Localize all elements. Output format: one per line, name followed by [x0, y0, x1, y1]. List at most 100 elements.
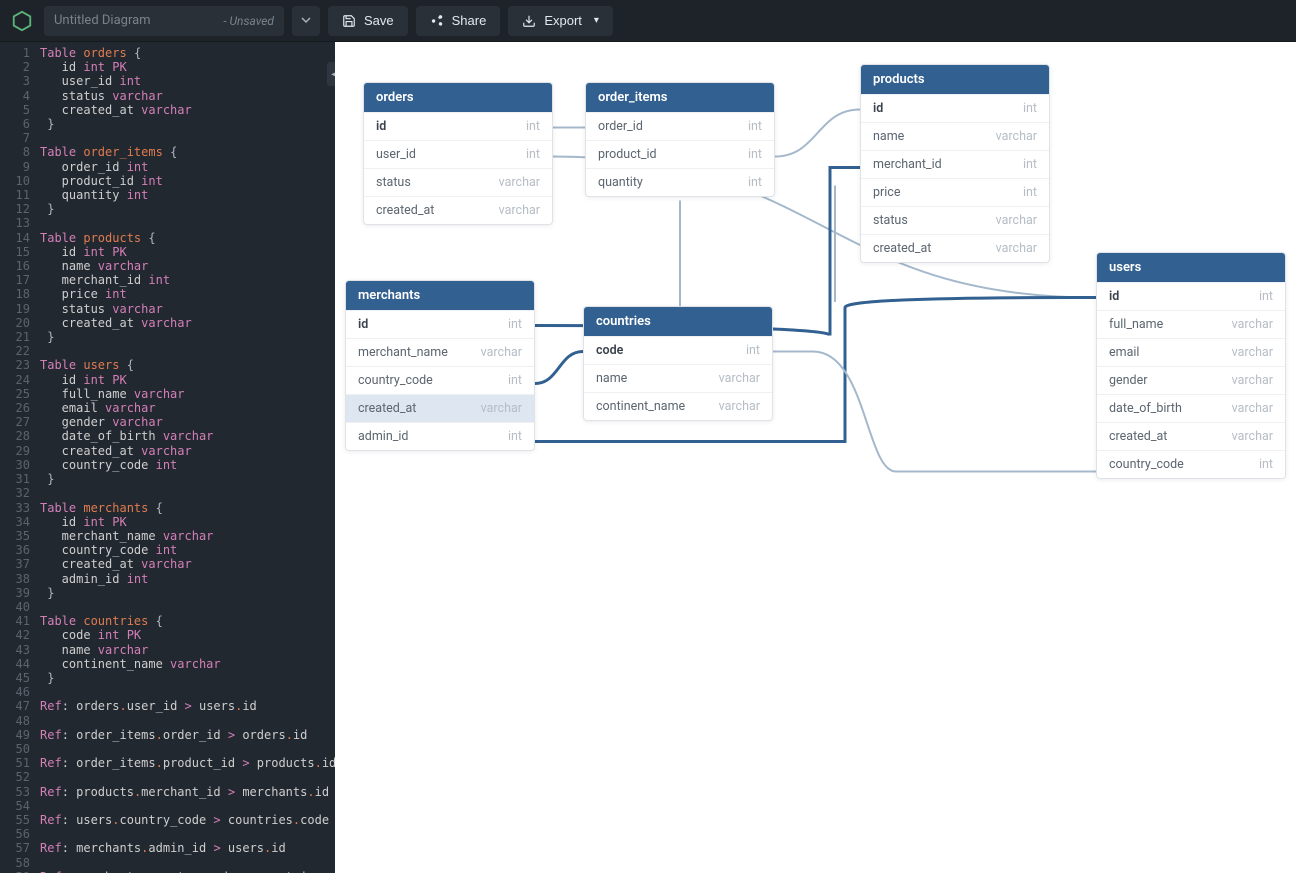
table-users[interactable]: usersidintfull_namevarcharemailvarcharge… [1096, 252, 1286, 479]
diagram-canvas[interactable]: ordersidintuser_idintstatusvarcharcreate… [335, 42, 1296, 873]
field-name: gender [1109, 373, 1147, 388]
field-name: code [596, 343, 623, 358]
table-orders[interactable]: ordersidintuser_idintstatusvarcharcreate… [363, 82, 553, 225]
table-header[interactable]: merchants [346, 281, 534, 310]
line-numbers: 1234567891011121314151617181920212223242… [0, 42, 40, 873]
field-type: varchar [1232, 317, 1273, 332]
field-type: int [748, 147, 762, 162]
table-row[interactable]: namevarchar [584, 364, 772, 392]
field-name: quantity [598, 175, 643, 190]
table-merchants[interactable]: merchantsidintmerchant_namevarcharcountr… [345, 280, 535, 451]
field-type: int [748, 175, 762, 190]
field-name: user_id [376, 147, 416, 162]
table-row[interactable]: merchant_name varchar [346, 338, 534, 366]
save-icon [342, 14, 356, 28]
code-editor[interactable]: Table orders { id int PK user_id int sta… [40, 42, 335, 873]
table-header[interactable]: countries [584, 307, 772, 336]
table-row[interactable]: order_id int [586, 112, 774, 140]
table-header[interactable]: users [1097, 253, 1285, 282]
table-row[interactable]: created_at varchar [1097, 422, 1285, 450]
field-type: int [1023, 157, 1037, 172]
table-order_items[interactable]: order_itemsorder_idintproduct_idintquant… [585, 82, 775, 197]
table-row[interactable]: product_id int [586, 140, 774, 168]
table-row[interactable]: codeint [584, 336, 772, 364]
field-name: order_id [598, 119, 643, 134]
table-row[interactable]: date_of_birthvarchar [1097, 394, 1285, 422]
table-row[interactable]: gender varchar [1097, 366, 1285, 394]
table-row[interactable]: continent_name varchar [584, 392, 772, 420]
collapse-handle[interactable]: ◀ [327, 62, 335, 86]
table-row[interactable]: idint [1097, 282, 1285, 310]
table-header[interactable]: products [861, 65, 1049, 94]
table-row[interactable]: idint [861, 94, 1049, 122]
chevron-left-icon: ◀ [331, 69, 335, 80]
table-row[interactable]: status varchar [364, 168, 552, 196]
field-name: merchant_name [358, 345, 448, 360]
table-row[interactable]: namevarchar [861, 122, 1049, 150]
field-name: country_code [358, 373, 433, 388]
share-icon [430, 14, 444, 28]
field-name: country_code [1109, 457, 1184, 472]
table-row[interactable]: statusvarchar [861, 206, 1049, 234]
field-type: int [508, 373, 522, 388]
table-row[interactable]: admin_idint [346, 422, 534, 450]
table-row[interactable]: created_atvarchar [861, 234, 1049, 262]
field-type: varchar [499, 175, 540, 190]
document-title-text: Untitled Diagram [54, 13, 151, 28]
table-row[interactable]: country_code int [346, 366, 534, 394]
field-type: int [1259, 289, 1273, 304]
field-type: varchar [1232, 429, 1273, 444]
field-name: name [596, 371, 627, 386]
table-products[interactable]: productsidintnamevarcharmerchant_idintpr… [860, 64, 1050, 263]
table-header[interactable]: order_items [586, 83, 774, 112]
field-type: int [508, 317, 522, 332]
field-name: continent_name [596, 399, 685, 414]
field-name: created_at [873, 241, 931, 256]
field-type: varchar [481, 401, 522, 416]
main-area: ◀ 12345678910111213141516171819202122232… [0, 42, 1296, 873]
field-name: created_at [1109, 429, 1167, 444]
field-type: int [1023, 185, 1037, 200]
document-title[interactable]: Untitled Diagram - Unsaved [44, 6, 284, 36]
field-type: varchar [719, 399, 760, 414]
field-type: int [526, 147, 540, 162]
field-name: admin_id [358, 429, 408, 444]
save-button-label: Save [364, 13, 394, 28]
field-name: id [376, 119, 386, 134]
table-countries[interactable]: countriescodeintnamevarcharcontinent_nam… [583, 306, 773, 421]
field-name: id [873, 101, 883, 116]
field-type: int [748, 119, 762, 134]
field-type: varchar [1232, 373, 1273, 388]
field-name: email [1109, 345, 1139, 360]
table-row[interactable]: idint [364, 112, 552, 140]
table-header[interactable]: orders [364, 83, 552, 112]
table-row[interactable]: country_code int [1097, 450, 1285, 478]
field-name: status [376, 175, 411, 190]
field-name: created_at [358, 401, 416, 416]
table-row[interactable]: email varchar [1097, 338, 1285, 366]
share-button[interactable]: Share [416, 6, 501, 36]
field-type: int [1259, 457, 1273, 472]
field-name: merchant_id [873, 157, 942, 172]
table-row[interactable]: priceint [861, 178, 1049, 206]
document-dropdown-button[interactable] [292, 6, 320, 36]
table-row[interactable]: created_at varchar [364, 196, 552, 224]
export-icon [522, 14, 536, 28]
table-row[interactable]: merchant_id int [861, 150, 1049, 178]
table-row[interactable]: full_name varchar [1097, 310, 1285, 338]
field-type: varchar [481, 345, 522, 360]
field-type: varchar [499, 203, 540, 218]
export-button-label: Export [544, 13, 582, 28]
table-row[interactable]: user_id int [364, 140, 552, 168]
field-name: full_name [1109, 317, 1163, 332]
table-row[interactable]: created_at varchar [346, 394, 534, 422]
field-name: created_at [376, 203, 434, 218]
field-type: varchar [1232, 401, 1273, 416]
field-name: product_id [598, 147, 657, 162]
table-row[interactable]: idint [346, 310, 534, 338]
field-type: varchar [1232, 345, 1273, 360]
table-row[interactable]: quantity int [586, 168, 774, 196]
field-type: varchar [996, 213, 1037, 228]
save-button[interactable]: Save [328, 6, 408, 36]
export-button[interactable]: Export ▾ [508, 6, 613, 36]
